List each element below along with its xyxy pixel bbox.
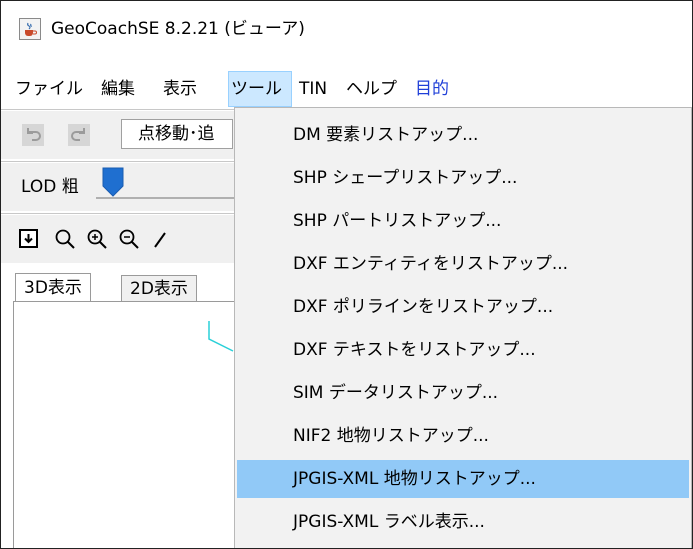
menu-item-dm-listup[interactable]: DM 要素リストアップ... bbox=[237, 116, 689, 154]
redo-icon[interactable] bbox=[67, 123, 91, 147]
edit-mode-select[interactable]: 点移動･追 bbox=[121, 119, 233, 149]
lod-slider-thumb[interactable] bbox=[102, 167, 124, 197]
menu-item-sim-data-listup[interactable]: SIM データリストアップ... bbox=[237, 374, 689, 412]
window-title: GeoCoachSE 8.2.21 (ビューア) bbox=[51, 19, 305, 39]
menu-view[interactable]: 表示 bbox=[161, 71, 199, 107]
menu-tin[interactable]: TIN bbox=[297, 71, 329, 107]
zoom-out-icon[interactable] bbox=[53, 227, 77, 251]
panel-border bbox=[13, 301, 14, 548]
pan-icon[interactable] bbox=[151, 227, 175, 251]
undo-icon[interactable] bbox=[21, 123, 45, 147]
lod-slider-track[interactable] bbox=[96, 197, 236, 199]
menu-bar: ファイル 編集 表示 ツール TIN ヘルプ 目的 bbox=[1, 71, 692, 107]
app-window: GeoCoachSE 8.2.21 (ビューア) ファイル 編集 表示 ツール … bbox=[0, 0, 693, 549]
menu-item-jpgis-feature-listup[interactable]: JPGIS-XML 地物リストアップ... bbox=[237, 460, 689, 498]
lod-label: LOD 粗 bbox=[21, 177, 79, 197]
menu-file[interactable]: ファイル bbox=[13, 71, 85, 107]
menu-item-nif2-feature-listup[interactable]: NIF2 地物リストアップ... bbox=[237, 417, 689, 455]
menu-edit[interactable]: 編集 bbox=[99, 71, 137, 107]
tab-2d-view[interactable]: 2D表示 bbox=[121, 275, 197, 301]
menu-item-dxf-text-listup[interactable]: DXF テキストをリストアップ... bbox=[237, 331, 689, 369]
java-cup-icon bbox=[19, 18, 41, 40]
menu-item-dxf-polyline-listup[interactable]: DXF ポリラインをリストアップ... bbox=[237, 288, 689, 326]
menu-purpose[interactable]: 目的 bbox=[413, 71, 451, 107]
menu-item-jpgis-label-display[interactable]: JPGIS-XML ラベル表示... bbox=[237, 503, 689, 541]
menu-tools[interactable]: ツール bbox=[228, 71, 292, 107]
menu-item-shp-shape-listup[interactable]: SHP シェープリストアップ... bbox=[237, 159, 689, 197]
zoom-in-icon[interactable] bbox=[85, 227, 109, 251]
tab-3d-view[interactable]: 3D表示 bbox=[15, 273, 91, 301]
tools-dropdown-menu: DM 要素リストアップ... SHP シェープリストアップ... SHP パート… bbox=[234, 107, 692, 548]
menu-help[interactable]: ヘルプ bbox=[344, 71, 399, 107]
menu-item-dxf-entity-listup[interactable]: DXF エンティティをリストアップ... bbox=[237, 245, 689, 283]
zoom-reset-icon[interactable] bbox=[117, 227, 141, 251]
menu-item-shp-part-listup[interactable]: SHP パートリストアップ... bbox=[237, 202, 689, 240]
title-bar: GeoCoachSE 8.2.21 (ビューア) bbox=[1, 1, 692, 59]
fit-view-icon[interactable] bbox=[17, 227, 41, 251]
